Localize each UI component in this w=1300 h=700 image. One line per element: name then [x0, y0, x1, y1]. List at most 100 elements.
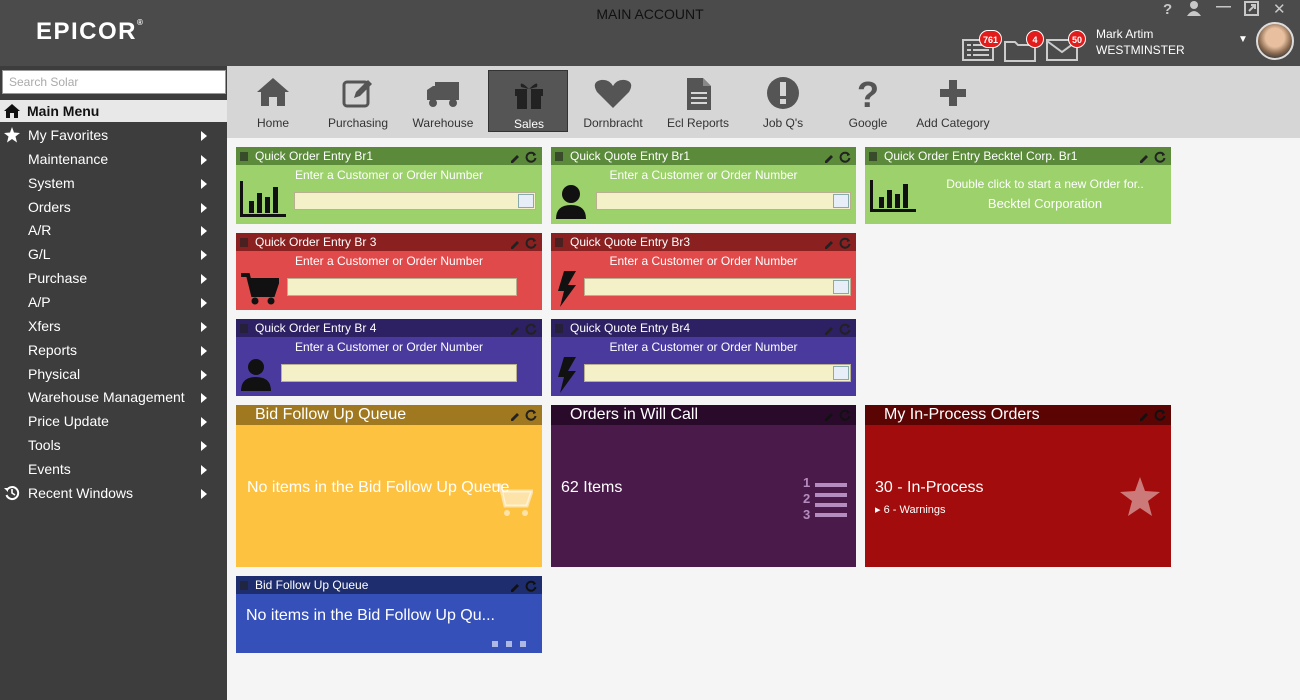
- customer-name[interactable]: Becktel Corporation: [865, 196, 1225, 211]
- refresh-icon[interactable]: [525, 150, 537, 163]
- delete-icon[interactable]: [555, 324, 563, 333]
- refresh-icon[interactable]: [525, 322, 537, 335]
- sidebar-item-g-l[interactable]: G/L: [0, 243, 227, 266]
- customer-order-input[interactable]: [287, 278, 517, 296]
- refresh-icon[interactable]: [525, 236, 537, 249]
- close-button[interactable]: ✕: [1273, 0, 1286, 18]
- new-order-hint[interactable]: Double click to start a new Order for..: [865, 177, 1225, 191]
- delete-icon[interactable]: [240, 152, 248, 161]
- refresh-icon[interactable]: [839, 150, 851, 163]
- customer-order-input[interactable]: [596, 192, 851, 210]
- search-lookup-icon[interactable]: [833, 366, 849, 380]
- sidebar-item-events[interactable]: Events: [0, 458, 227, 481]
- minimize-button[interactable]: —: [1216, 0, 1231, 15]
- toolbar-warehouse-button[interactable]: Warehouse: [403, 70, 483, 132]
- toolbar-dornbracht-button[interactable]: Dornbracht: [573, 70, 653, 132]
- edit-icon[interactable]: [510, 409, 520, 421]
- customer-order-input[interactable]: [584, 364, 851, 382]
- list-icon[interactable]: 761: [962, 30, 1002, 62]
- toolbar-sales-button[interactable]: Sales: [488, 70, 568, 132]
- edit-icon[interactable]: [824, 323, 834, 335]
- orders-in-will-call-widget[interactable]: Orders in Will Call 62 Items 123: [551, 405, 856, 567]
- search-lookup-icon[interactable]: [518, 194, 534, 208]
- chevron-right-icon: [201, 464, 207, 475]
- refresh-icon[interactable]: [1154, 408, 1166, 421]
- sidebar-item-price-update[interactable]: Price Update: [0, 410, 227, 433]
- caret-right-icon: ▸: [875, 504, 884, 516]
- refresh-icon[interactable]: [1154, 150, 1166, 163]
- more-dots-icon[interactable]: [492, 636, 528, 654]
- sidebar-item-a-p[interactable]: A/P: [0, 291, 227, 314]
- toolbar-purchasing-button[interactable]: Purchasing: [318, 70, 398, 132]
- sidebar-item-a-r[interactable]: A/R: [0, 219, 227, 242]
- quick-order-entry-becktel-widget: Quick Order Entry Becktel Corp. Br1 Doub…: [865, 147, 1171, 224]
- delete-icon[interactable]: [555, 152, 563, 161]
- chevron-right-icon: [201, 154, 207, 165]
- folder-icon[interactable]: 4: [1004, 30, 1044, 62]
- toolbar-home-button[interactable]: Home: [233, 70, 313, 132]
- sidebar-item-label: Tools: [28, 437, 61, 454]
- edit-icon[interactable]: [824, 409, 834, 421]
- refresh-icon[interactable]: [525, 408, 537, 421]
- edit-icon[interactable]: [1139, 409, 1149, 421]
- sidebar-item-orders[interactable]: Orders: [0, 196, 227, 219]
- bid-follow-up-queue-widget[interactable]: Bid Follow Up Queue No items in the Bid …: [236, 405, 542, 567]
- delete-icon[interactable]: [240, 581, 248, 590]
- edit-icon[interactable]: [510, 151, 520, 163]
- toolbar-job-qs-button[interactable]: Job Q's: [743, 70, 823, 132]
- help-button[interactable]: ?: [1163, 1, 1172, 18]
- delete-icon[interactable]: [240, 324, 248, 333]
- delete-icon[interactable]: [869, 152, 877, 161]
- quick-order-entry-br4-widget: Quick Order Entry Br 4 Enter a Customer …: [236, 319, 542, 396]
- warnings-expander[interactable]: ▸ 6 - Warnings: [875, 503, 946, 516]
- window-title: MAIN ACCOUNT: [596, 6, 704, 22]
- refresh-icon[interactable]: [839, 408, 851, 421]
- edit-icon[interactable]: [510, 323, 520, 335]
- sidebar-item-warehouse-management[interactable]: Warehouse Management: [0, 386, 227, 409]
- user-menu-caret-icon[interactable]: ▼: [1238, 34, 1248, 45]
- my-in-process-orders-widget[interactable]: My In-Process Orders 30 - In-Process ▸ 6…: [865, 405, 1171, 567]
- sidebar-item-maintenance[interactable]: Maintenance: [0, 148, 227, 171]
- edit-icon[interactable]: [824, 237, 834, 249]
- refresh-icon[interactable]: [839, 322, 851, 335]
- user-location[interactable]: WESTMINSTER: [1096, 43, 1185, 57]
- bid-follow-up-queue-small-widget[interactable]: Bid Follow Up Queue No items in the Bid …: [236, 576, 542, 653]
- chevron-right-icon: [201, 178, 207, 189]
- customer-order-input[interactable]: [584, 278, 851, 296]
- maximize-button[interactable]: [1244, 1, 1259, 20]
- delete-icon[interactable]: [240, 238, 248, 247]
- edit-icon[interactable]: [1139, 151, 1149, 163]
- edit-icon[interactable]: [510, 237, 520, 249]
- sidebar-item-label: Xfers: [28, 317, 61, 334]
- tile-text: 30 - In-Process: [875, 479, 984, 496]
- user-icon[interactable]: [1186, 0, 1202, 20]
- sidebar-item-recent-windows[interactable]: Recent Windows: [0, 482, 227, 505]
- search-lookup-icon[interactable]: [833, 280, 849, 294]
- delete-icon[interactable]: [555, 238, 563, 247]
- sidebar-item-xfers[interactable]: Xfers: [0, 315, 227, 338]
- toolbar-ecl-reports-button[interactable]: Ecl Reports: [658, 70, 738, 132]
- search-lookup-icon[interactable]: [833, 194, 849, 208]
- mail-icon[interactable]: 50: [1046, 30, 1086, 62]
- refresh-icon[interactable]: [525, 579, 537, 592]
- edit-icon[interactable]: [510, 580, 520, 592]
- main-menu-header[interactable]: Main Menu: [0, 100, 227, 122]
- sidebar-item-tools[interactable]: Tools: [0, 434, 227, 457]
- edit-icon[interactable]: [824, 151, 834, 163]
- sidebar-item-my-favorites[interactable]: My Favorites: [0, 124, 227, 147]
- sidebar-item-system[interactable]: System: [0, 172, 227, 195]
- sidebar-item-physical[interactable]: Physical: [0, 363, 227, 386]
- avatar[interactable]: [1256, 22, 1294, 60]
- epicor-logo: EPICOR®: [36, 18, 143, 45]
- search-input[interactable]: [2, 70, 226, 94]
- home-icon: [4, 104, 20, 123]
- customer-order-input[interactable]: [294, 192, 536, 210]
- refresh-icon[interactable]: [839, 236, 851, 249]
- user-name[interactable]: Mark Artim: [1096, 27, 1153, 41]
- toolbar-add-category-button[interactable]: Add Category: [913, 70, 993, 132]
- chevron-right-icon: [201, 369, 207, 380]
- sidebar-item-reports[interactable]: Reports: [0, 339, 227, 362]
- sidebar-item-purchase[interactable]: Purchase: [0, 267, 227, 290]
- customer-order-input[interactable]: [281, 364, 517, 382]
- toolbar-google-button[interactable]: ? Google: [828, 70, 908, 132]
